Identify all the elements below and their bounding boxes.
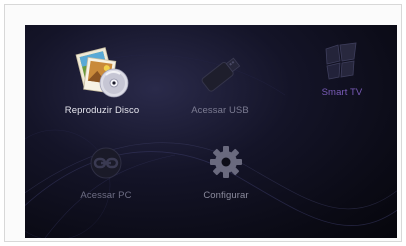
smart-tv-icon — [325, 42, 357, 80]
home-menu-screen: Reproduzir Disco Acessar USB Smart TV Ac… — [25, 25, 397, 238]
menu-item-configurar[interactable]: Configurar — [171, 135, 281, 225]
menu-item-label: Reproduzir Disco — [64, 105, 140, 116]
usb-drive-icon — [201, 57, 241, 92]
menu-item-label: Acessar USB — [191, 105, 249, 116]
disc-photos-icon — [75, 47, 129, 98]
menu-item-smart-tv[interactable]: Smart TV — [287, 37, 397, 127]
menu-item-reproduzir-disco[interactable]: Reproduzir Disco — [47, 45, 157, 135]
menu-item-acessar-pc[interactable]: Acessar PC — [51, 135, 161, 225]
pc-link-icon — [90, 147, 122, 179]
screenshot-frame: Reproduzir Disco Acessar USB Smart TV Ac… — [4, 4, 402, 242]
menu-item-label: Smart TV — [321, 87, 363, 98]
menu-item-acessar-usb[interactable]: Acessar USB — [165, 45, 275, 135]
menu-item-label: Configurar — [203, 190, 249, 201]
gear-icon — [210, 146, 242, 178]
menu-item-label: Acessar PC — [80, 190, 132, 201]
